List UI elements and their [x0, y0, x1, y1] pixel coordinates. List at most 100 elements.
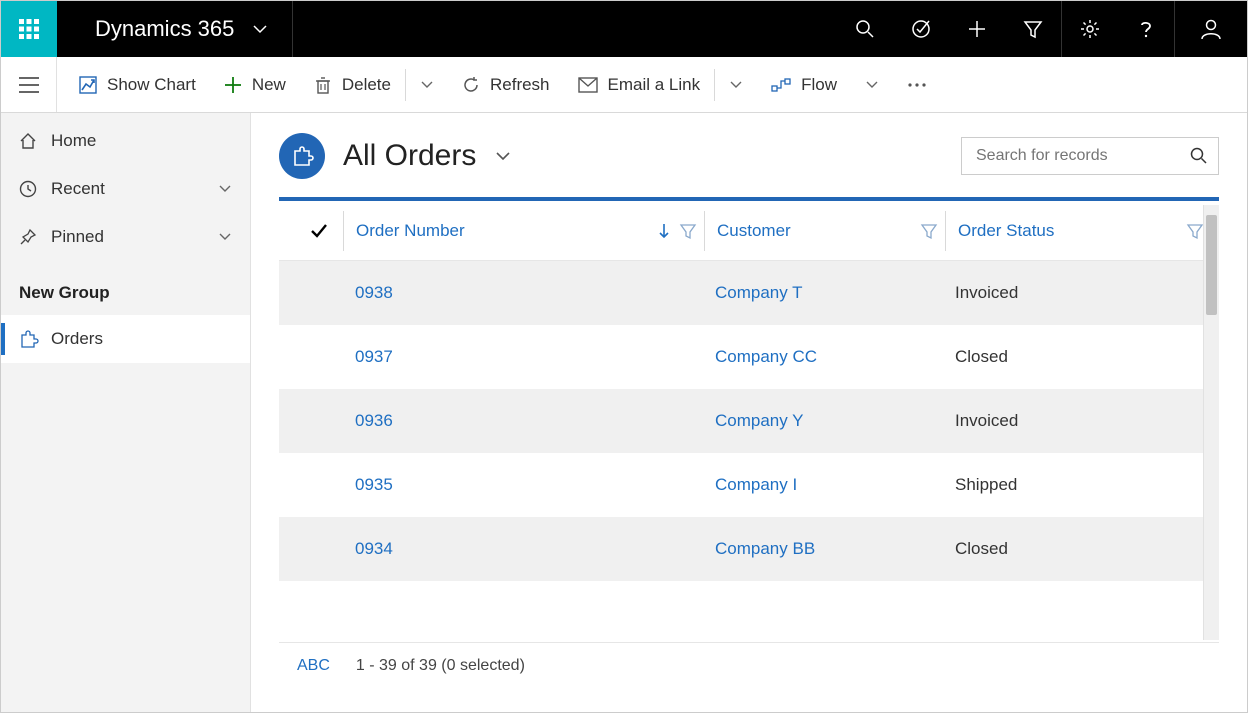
sidebar-item-recent[interactable]: Recent	[1, 165, 250, 213]
search-button[interactable]	[837, 1, 893, 57]
chart-icon	[79, 76, 97, 94]
ellipsis-icon	[907, 82, 927, 88]
grid: Order Number	[279, 197, 1219, 688]
plus-icon	[224, 76, 242, 94]
record-search[interactable]	[961, 137, 1219, 175]
chevron-down-icon	[252, 21, 268, 37]
cell-order-number[interactable]: 0935	[343, 475, 703, 495]
refresh-button[interactable]: Refresh	[448, 57, 564, 112]
column-header-order-status[interactable]: Order Status	[946, 221, 1211, 241]
mail-icon	[578, 77, 598, 93]
puzzle-icon	[291, 145, 313, 167]
scrollbar-thumb[interactable]	[1206, 215, 1217, 315]
settings-button[interactable]	[1062, 1, 1118, 57]
table-row[interactable]: 0936Company YInvoiced	[279, 389, 1219, 453]
nav-toggle-button[interactable]	[1, 57, 57, 112]
sidebar-item-label: Orders	[51, 329, 103, 349]
chevron-down-icon	[218, 182, 232, 196]
show-chart-label: Show Chart	[107, 75, 196, 95]
top-right-cluster	[837, 1, 1247, 57]
alpha-filter-button[interactable]: ABC	[297, 657, 330, 675]
cell-order-status: Shipped	[943, 475, 1211, 495]
column-header-customer[interactable]: Customer	[705, 221, 945, 241]
person-icon	[1200, 18, 1222, 40]
help-button[interactable]	[1118, 1, 1174, 57]
cell-customer[interactable]: Company BB	[703, 539, 943, 559]
cell-customer[interactable]: Company I	[703, 475, 943, 495]
flow-icon	[771, 77, 791, 93]
delete-button[interactable]: Delete	[300, 57, 405, 112]
sidebar-item-pinned[interactable]: Pinned	[1, 213, 250, 261]
flow-button[interactable]: Flow	[757, 57, 851, 112]
task-button[interactable]	[893, 1, 949, 57]
cell-customer[interactable]: Company T	[703, 283, 943, 303]
column-label: Customer	[717, 221, 791, 241]
column-header-order-number[interactable]: Order Number	[344, 221, 704, 241]
email-link-split-button[interactable]	[715, 78, 757, 92]
gear-icon	[1080, 19, 1100, 39]
cell-order-number[interactable]: 0937	[343, 347, 703, 367]
clock-icon	[19, 180, 37, 198]
flow-split-button[interactable]	[851, 78, 893, 92]
column-label: Order Number	[356, 221, 465, 241]
table-row[interactable]: 0937Company CCClosed	[279, 325, 1219, 389]
plus-icon	[967, 19, 987, 39]
table-row[interactable]: 0934Company BBClosed	[279, 517, 1219, 581]
search-icon[interactable]	[1190, 147, 1208, 165]
home-icon	[19, 132, 37, 150]
delete-split-button[interactable]	[406, 78, 448, 92]
global-top-bar: Dynamics 365	[1, 1, 1247, 57]
search-icon	[855, 19, 875, 39]
filter-button[interactable]	[1005, 1, 1061, 57]
view-selector[interactable]: All Orders	[343, 139, 512, 173]
trash-icon	[314, 76, 332, 94]
refresh-icon	[462, 76, 480, 94]
cell-order-status: Invoiced	[943, 283, 1211, 303]
puzzle-icon	[19, 330, 37, 348]
new-button[interactable]: New	[210, 57, 300, 112]
chevron-down-icon	[865, 78, 879, 92]
app-launcher-button[interactable]	[1, 1, 57, 57]
refresh-label: Refresh	[490, 75, 550, 95]
sidebar-item-home[interactable]: Home	[1, 117, 250, 165]
brand-area[interactable]: Dynamics 365	[57, 1, 293, 57]
table-row[interactable]: 0935Company IShipped	[279, 453, 1219, 517]
new-record-button[interactable]	[949, 1, 1005, 57]
cell-customer[interactable]: Company Y	[703, 411, 943, 431]
cell-order-status: Closed	[943, 347, 1211, 367]
cell-order-number[interactable]: 0936	[343, 411, 703, 431]
chevron-down-icon	[420, 78, 434, 92]
entity-badge	[279, 133, 325, 179]
sidebar: Home Recent Pinned New Grou	[1, 113, 251, 712]
cell-order-status: Invoiced	[943, 411, 1211, 431]
sidebar-item-label: Recent	[51, 179, 105, 199]
email-link-label: Email a Link	[608, 75, 701, 95]
chevron-down-icon	[494, 147, 512, 165]
question-icon	[1136, 19, 1156, 39]
grid-footer: ABC 1 - 39 of 39 (0 selected)	[279, 642, 1219, 688]
cell-order-status: Closed	[943, 539, 1211, 559]
table-row[interactable]: 0938Company TInvoiced	[279, 261, 1219, 325]
sidebar-item-label: Home	[51, 131, 96, 151]
funnel-icon[interactable]	[680, 223, 696, 239]
show-chart-button[interactable]: Show Chart	[65, 57, 210, 112]
select-all-checkbox[interactable]	[295, 221, 343, 241]
waffle-icon	[19, 19, 39, 39]
search-input[interactable]	[976, 147, 1190, 165]
pin-icon	[19, 228, 37, 246]
account-button[interactable]	[1175, 1, 1247, 57]
email-link-button[interactable]: Email a Link	[564, 57, 715, 112]
cell-order-number[interactable]: 0938	[343, 283, 703, 303]
cell-order-number[interactable]: 0934	[343, 539, 703, 559]
sidebar-item-orders[interactable]: Orders	[1, 315, 250, 363]
view-title: All Orders	[343, 139, 476, 173]
chevron-down-icon	[218, 230, 232, 244]
cell-customer[interactable]: Company CC	[703, 347, 943, 367]
funnel-icon[interactable]	[921, 223, 945, 239]
delete-label: Delete	[342, 75, 391, 95]
main-area: All Orders	[251, 113, 1247, 712]
grid-header-row: Order Number	[279, 201, 1219, 261]
more-commands-button[interactable]	[893, 82, 941, 88]
view-header: All Orders	[251, 113, 1247, 197]
scrollbar[interactable]	[1203, 205, 1219, 640]
